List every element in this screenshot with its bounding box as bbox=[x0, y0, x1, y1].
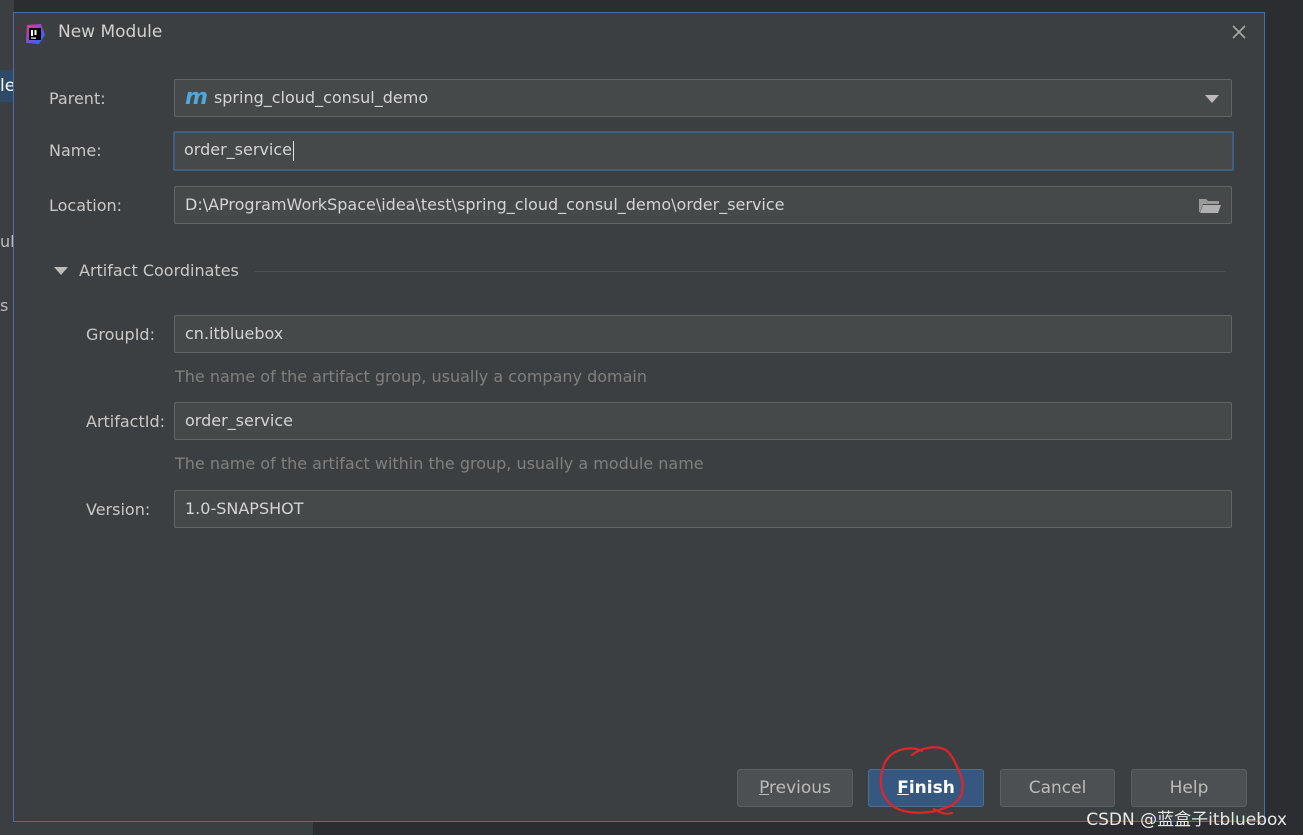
section-divider bbox=[254, 271, 1226, 272]
previous-button[interactable]: Previous bbox=[737, 769, 853, 807]
location-value: D:\AProgramWorkSpace\idea\test\spring_cl… bbox=[185, 195, 785, 214]
name-value: order_service bbox=[184, 140, 292, 159]
help-button[interactable]: Help bbox=[1131, 769, 1247, 807]
parent-value: spring_cloud_consul_demo bbox=[213, 88, 429, 107]
groupid-hint: The name of the artifact group, usually … bbox=[175, 367, 647, 386]
intellij-app-icon bbox=[26, 24, 45, 44]
chevron-down-icon[interactable] bbox=[1205, 95, 1219, 103]
background-selected-item: le bbox=[0, 70, 13, 102]
background-text-fragment: ul_ bbox=[0, 232, 13, 251]
version-label: Version: bbox=[86, 500, 151, 519]
groupid-value: cn.itbluebox bbox=[185, 324, 284, 343]
artifactid-hint: The name of the artifact within the grou… bbox=[175, 454, 704, 473]
finish-mnemonic: F bbox=[897, 778, 909, 798]
cancel-button[interactable]: Cancel bbox=[1000, 769, 1115, 807]
collapse-arrow-icon[interactable] bbox=[54, 267, 68, 275]
groupid-input[interactable]: cn.itbluebox bbox=[174, 315, 1232, 353]
parent-label: Parent: bbox=[49, 89, 106, 108]
artifactid-input[interactable]: order_service bbox=[174, 402, 1232, 440]
parent-combobox[interactable]: m spring_cloud_consul_demo bbox=[174, 79, 1232, 117]
maven-module-icon: m bbox=[185, 85, 208, 110]
artifactid-value: order_service bbox=[185, 411, 293, 430]
name-label: Name: bbox=[49, 141, 102, 160]
version-value: 1.0-SNAPSHOT bbox=[185, 499, 304, 518]
finish-label: inish bbox=[908, 778, 955, 798]
background-text-fragment: s bbox=[0, 296, 9, 315]
background-status-strip bbox=[0, 822, 313, 835]
location-label: Location: bbox=[49, 196, 123, 215]
background-ide-panel bbox=[0, 0, 14, 835]
folder-browse-icon[interactable] bbox=[1198, 196, 1222, 214]
dialog-title: New Module bbox=[58, 22, 163, 42]
version-input[interactable]: 1.0-SNAPSHOT bbox=[174, 490, 1232, 528]
groupid-label: GroupId: bbox=[86, 325, 155, 344]
artifactid-label: ArtifactId: bbox=[86, 412, 166, 431]
close-icon[interactable] bbox=[1228, 21, 1250, 43]
previous-label: revious bbox=[769, 778, 831, 798]
dialog-title-bar[interactable]: New Module bbox=[14, 13, 1264, 55]
csdn-watermark: CSDN @蓝盒子itbluebox bbox=[1086, 810, 1287, 830]
artifact-coordinates-title[interactable]: Artifact Coordinates bbox=[79, 261, 239, 280]
name-input[interactable]: order_service bbox=[173, 131, 1234, 171]
text-caret bbox=[292, 140, 294, 161]
previous-mnemonic: P bbox=[759, 778, 770, 798]
new-module-dialog: New Module Parent: m spring_cloud_consul_… bbox=[13, 12, 1265, 822]
location-input[interactable]: D:\AProgramWorkSpace\idea\test\spring_cl… bbox=[174, 186, 1232, 224]
finish-button[interactable]: Finish bbox=[868, 769, 984, 807]
